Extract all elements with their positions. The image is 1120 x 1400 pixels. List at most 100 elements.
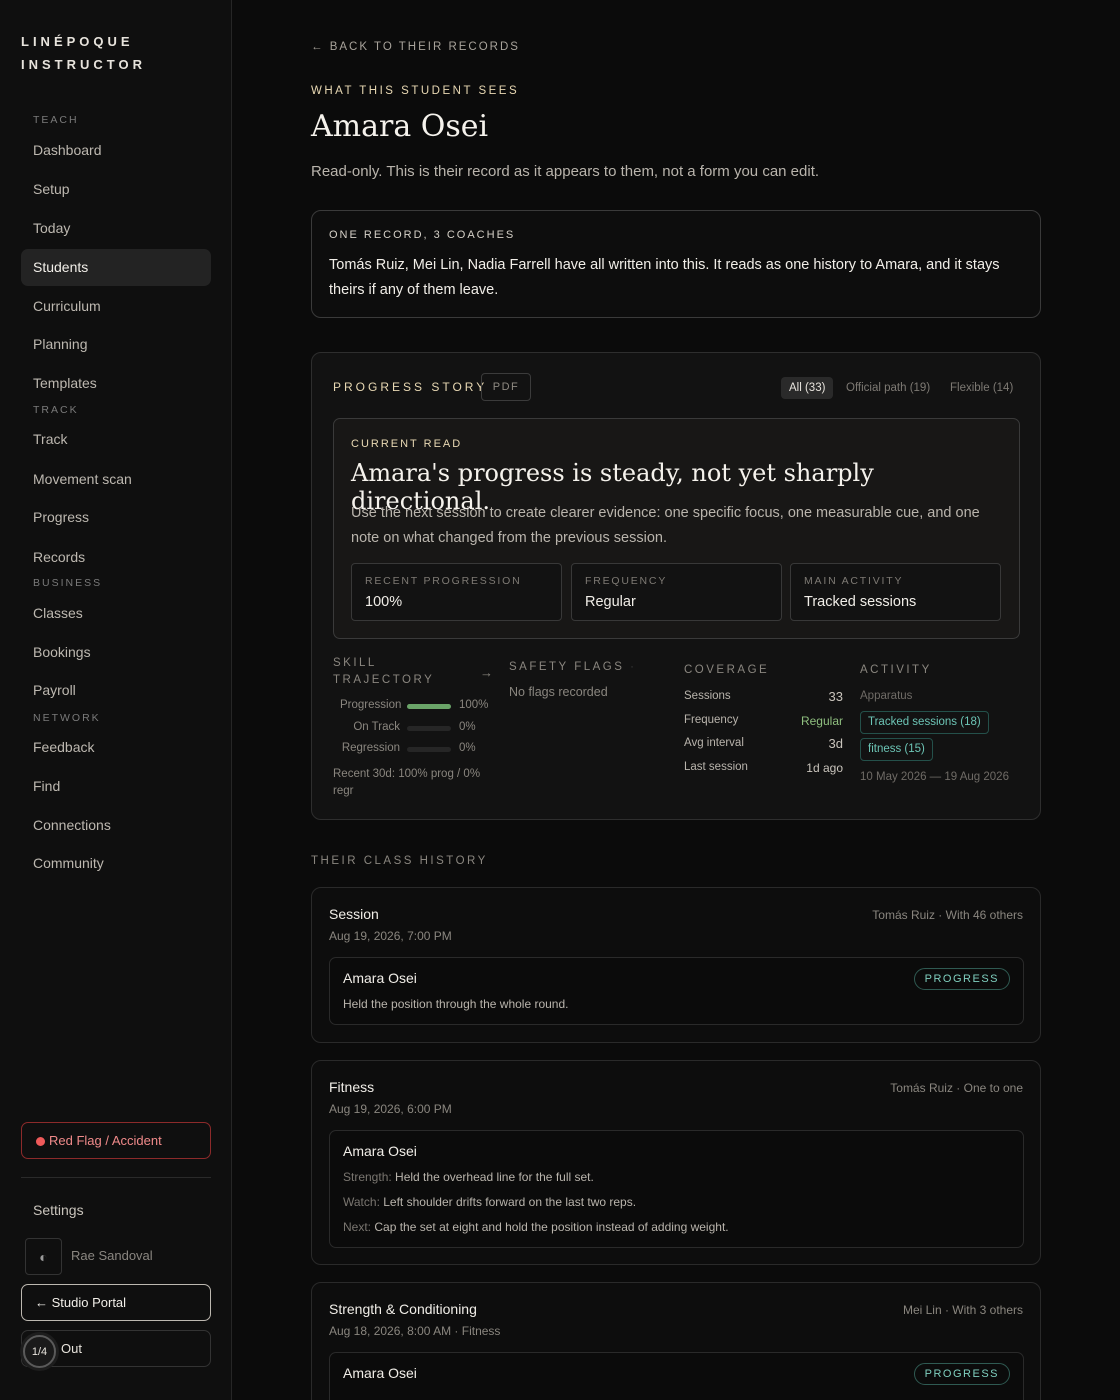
entry-title: Strength & Conditioning [329, 1301, 477, 1317]
progress-badge: PROGRESS [913, 1363, 1010, 1385]
settings-link[interactable]: Settings [33, 1202, 84, 1218]
progress-story-panel: PROGRESS STORY PDF All (33) Official pat… [311, 352, 1041, 820]
skill-trajectory-title[interactable]: SKILL TRAJECTORY [333, 655, 434, 689]
note-strength: Strength: Held the overhead line for the… [343, 1170, 594, 1184]
skill-trajectory-title-2: TRAJECTORY [333, 674, 435, 686]
page-lead: Read-only. This is their record as it ap… [311, 163, 820, 180]
sidebar-item-feedback[interactable]: Feedback [21, 729, 211, 766]
brand-line-2: INSTRUCTOR [21, 57, 146, 72]
arrow-right-icon[interactable]: → [480, 665, 493, 680]
sidebar-item-find[interactable]: Find [21, 768, 211, 805]
activity-sub: Apparatus [860, 690, 913, 702]
sidebar-item-classes[interactable]: Classes [21, 595, 211, 632]
filter-all[interactable]: All (33) [781, 377, 834, 399]
trajectory-bar-on-track [407, 726, 451, 731]
sidebar-item-movement-scan[interactable]: Movement scan [21, 461, 211, 498]
sidebar-item-today[interactable]: Today [21, 210, 211, 247]
coverage-value-last-session: 1d ago [806, 761, 843, 775]
coverage-label-avg-interval: Avg interval [684, 737, 744, 749]
stat-label: MAIN ACTIVITY [804, 575, 904, 587]
red-flag-button[interactable]: Red Flag / Accident [21, 1122, 211, 1159]
student-name: Amara Osei [343, 1365, 417, 1381]
sidebar-item-curriculum[interactable]: Curriculum [21, 288, 211, 325]
note-watch-label: Watch: [343, 1195, 380, 1209]
student-name: Amara Osei [343, 970, 417, 986]
note-watch: Watch: Left shoulder drifts forward on t… [343, 1195, 636, 1209]
note-next: Next: Cap the set at eight and hold the … [343, 1220, 729, 1234]
activity-tag-fitness[interactable]: fitness (15) [860, 738, 933, 761]
coverage-label-sessions: Sessions [684, 690, 731, 702]
coverage-label-frequency: Frequency [684, 714, 739, 726]
activity-range: 10 May 2026 — 19 Aug 2026 [860, 771, 1009, 783]
entry-date: Aug 19, 2026, 6:00 PM [329, 1102, 452, 1116]
history-title: THEIR CLASS HISTORY [311, 855, 488, 867]
brand-line-1: LINÉPOQUE [21, 34, 134, 49]
section-teach: TEACH [33, 114, 79, 126]
sidebar-item-dashboard[interactable]: Dashboard [21, 132, 211, 169]
sidebar-item-templates[interactable]: Templates [21, 365, 211, 402]
brand-logo[interactable]: LINÉPOQUE INSTRUCTOR [21, 30, 146, 76]
trajectory-value-regression: 0% [459, 742, 476, 754]
sidebar-item-progress[interactable]: Progress [21, 499, 211, 536]
studio-portal-button[interactable]: ← Studio Portal [21, 1284, 211, 1321]
section-business: BUSINESS [33, 577, 103, 589]
filter-flexible[interactable]: Flexible (14) [942, 377, 1021, 399]
red-flag-label: Red Flag / Accident [49, 1133, 162, 1148]
safety-empty: No flags recorded [509, 685, 608, 699]
history-entry[interactable]: Strength & Conditioning Mei Lin · With 3… [311, 1282, 1041, 1400]
page-indicator[interactable]: 1/4 [23, 1335, 56, 1368]
current-read-label: CURRENT READ [351, 438, 463, 450]
sidebar-item-connections[interactable]: Connections [21, 807, 211, 844]
sidebar-item-track[interactable]: Track [21, 421, 211, 458]
user-name: Rae Sandoval [71, 1248, 153, 1263]
record-card-text: Tomás Ruiz, Mei Lin, Nadia Farrell have … [329, 257, 1000, 298]
coverage-title: COVERAGE [684, 664, 770, 676]
entry-student-note: Amara Osei Strength: Held the overhead l… [329, 1130, 1024, 1248]
trajectory-value-progression: 100% [459, 699, 489, 711]
section-track: TRACK [33, 404, 79, 416]
note-strength-text: Held the overhead line for the full set. [395, 1170, 594, 1184]
coverage-label-last-session: Last session [684, 761, 748, 773]
sidebar-item-records[interactable]: Records [21, 539, 211, 576]
history-entry[interactable]: Session Tomás Ruiz · With 46 others Aug … [311, 887, 1041, 1043]
theme-toggle-icon[interactable]: ◐ [25, 1238, 62, 1275]
entry-student-note: Amara Osei PROGRESS Held the position th… [329, 957, 1024, 1025]
dot-icon: · [630, 661, 637, 673]
progress-badge: PROGRESS [913, 968, 1010, 990]
pdf-button[interactable]: PDF [481, 373, 531, 401]
trajectory-bar-fill [407, 704, 451, 709]
trajectory-bar-regression [407, 747, 451, 752]
coverage-value-sessions: 33 [828, 689, 843, 704]
history-entry[interactable]: Fitness Tomás Ruiz · One to one Aug 19, … [311, 1060, 1041, 1265]
stat-recent-progression: RECENT PROGRESSION 100% [351, 563, 562, 621]
student-name: Amara Osei [343, 1143, 417, 1159]
page-title: Amara Osei [311, 109, 489, 144]
note-next-label: Next: [343, 1220, 372, 1234]
trajectory-recent: Recent 30d: 100% prog / 0% regr [333, 766, 480, 800]
trajectory-value-on-track: 0% [459, 721, 476, 733]
filter-official-path[interactable]: Official path (19) [838, 377, 938, 399]
note-watch-text: Left shoulder drifts forward on the last… [383, 1195, 637, 1209]
back-link[interactable]: ← BACK TO THEIR RECORDS [311, 41, 520, 53]
record-card-label: ONE RECORD, 3 COACHES [329, 229, 516, 241]
stat-value: 100% [365, 594, 403, 610]
sidebar-item-payroll[interactable]: Payroll [21, 672, 211, 709]
trajectory-label-regression: Regression [341, 742, 400, 754]
note-text: Held the position through the whole roun… [343, 997, 569, 1011]
stat-frequency: FREQUENCY Regular [571, 563, 782, 621]
skill-trajectory-title-1: SKILL [333, 657, 377, 669]
entry-student-note: Amara Osei PROGRESS [329, 1352, 1024, 1400]
sidebar-item-community[interactable]: Community [21, 845, 211, 882]
sidebar: LINÉPOQUE INSTRUCTOR TEACH Dashboard Set… [0, 0, 232, 1400]
page-eyebrow: WHAT THIS STUDENT SEES [311, 85, 520, 97]
sidebar-item-students[interactable]: Students [21, 249, 211, 286]
activity-tag-tracked-sessions[interactable]: Tracked sessions (18) [860, 711, 989, 734]
entry-title: Fitness [329, 1079, 375, 1095]
sidebar-item-bookings[interactable]: Bookings [21, 634, 211, 671]
sidebar-item-setup[interactable]: Setup [21, 171, 211, 208]
section-network: NETWORK [33, 712, 101, 724]
coverage-value-frequency: Regular [800, 714, 843, 728]
stat-main-activity: MAIN ACTIVITY Tracked sessions [790, 563, 1001, 621]
sidebar-item-planning[interactable]: Planning [21, 326, 211, 363]
safety-flags-title: SAFETY FLAGS · [509, 659, 636, 676]
